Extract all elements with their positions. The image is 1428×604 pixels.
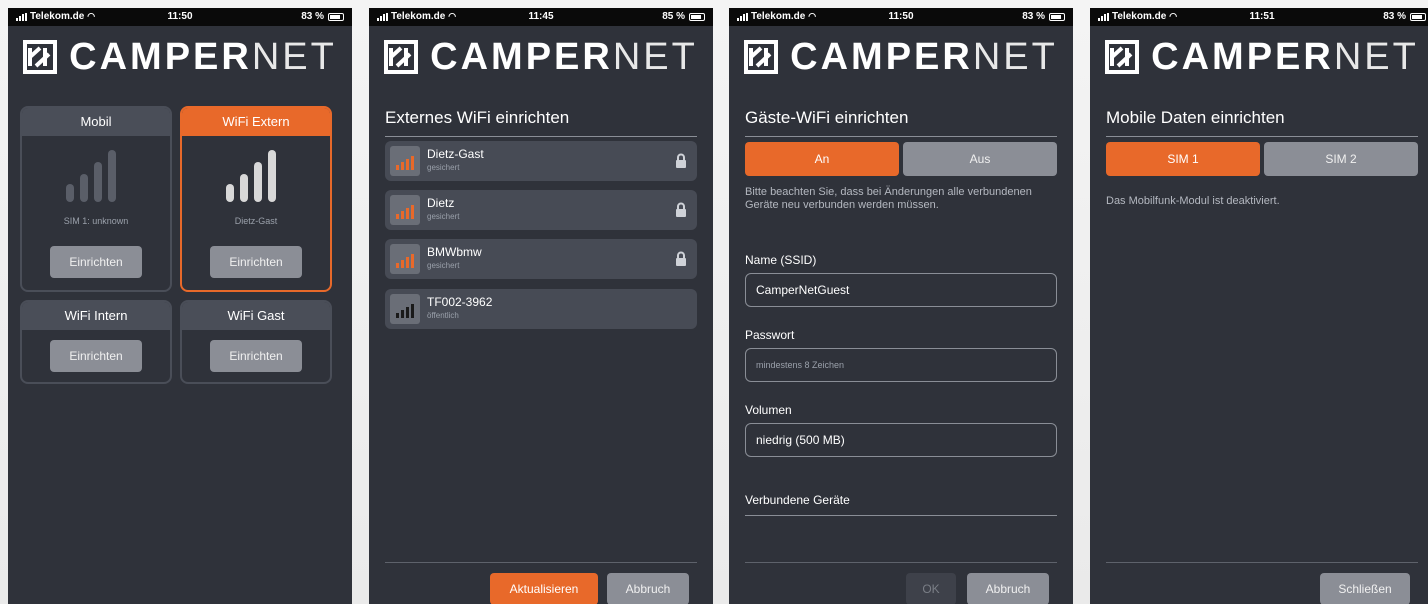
module-status-note: Das Mobilfunk-Modul ist deaktiviert. bbox=[1106, 195, 1280, 207]
password-label: Passwort bbox=[745, 328, 795, 342]
divider bbox=[1106, 562, 1418, 563]
on-off-toggle: An Aus bbox=[745, 142, 1057, 176]
network-name: Dietz bbox=[427, 196, 455, 210]
tile-title: Mobil bbox=[22, 108, 170, 136]
page-title: Mobile Daten einrichten bbox=[1106, 108, 1418, 137]
divider bbox=[385, 562, 697, 563]
signal-bars-icon bbox=[226, 150, 276, 202]
logo-text-thin: NET bbox=[612, 35, 698, 78]
status-bar: Telekom.de ◠ 11:50 83 % bbox=[729, 8, 1073, 26]
clock: 11:51 bbox=[1249, 11, 1275, 22]
setup-button[interactable]: Einrichten bbox=[50, 246, 142, 278]
signal-bars-icon bbox=[66, 150, 116, 202]
volume-label: Volumen bbox=[745, 403, 792, 417]
campernet-logo-icon bbox=[23, 40, 58, 74]
page-title: Externes WiFi einrichten bbox=[385, 108, 697, 137]
logo-text-thin: NET bbox=[251, 35, 337, 78]
battery-icon bbox=[328, 12, 344, 21]
battery-icon bbox=[1410, 12, 1426, 21]
setup-button[interactable]: Einrichten bbox=[210, 340, 302, 372]
campernet-logo: CAMPER NET bbox=[369, 26, 713, 88]
sim2-tab[interactable]: SIM 2 bbox=[1264, 142, 1418, 176]
ssid-field[interactable]: CamperNetGuest bbox=[745, 273, 1057, 307]
logo-text-thin: NET bbox=[972, 35, 1058, 78]
info-note: Bitte beachten Sie, dass bei Änderungen … bbox=[745, 186, 1032, 211]
campernet-logo: CAMPER NET bbox=[729, 26, 1073, 88]
network-name: TF002-3962 bbox=[427, 295, 493, 309]
phone-screen-external-wifi: Telekom.de ◠ 11:45 85 % CAMPER NET Extern… bbox=[369, 8, 713, 604]
setup-button[interactable]: Einrichten bbox=[210, 246, 302, 278]
tile-status: Dietz-Gast bbox=[234, 216, 278, 226]
lock-icon bbox=[676, 202, 686, 217]
network-status: gesichert bbox=[427, 261, 460, 270]
tile-wifi-intern[interactable]: WiFi Intern Einrichten bbox=[20, 300, 172, 384]
wifi-signal-icon bbox=[390, 244, 420, 274]
page-title: Gäste-WiFi einrichten bbox=[745, 108, 1057, 137]
ssid-label: Name (SSID) bbox=[745, 253, 817, 267]
tile-title: WiFi Gast bbox=[182, 302, 330, 330]
logo-text-thin: NET bbox=[1333, 35, 1419, 78]
battery-percent: 83 % bbox=[301, 11, 324, 22]
logo-text-bold: CAMPER bbox=[69, 35, 252, 78]
battery-icon bbox=[689, 12, 705, 21]
divider bbox=[745, 562, 1057, 563]
tile-wifi-gast[interactable]: WiFi Gast Einrichten bbox=[180, 300, 332, 384]
cancel-button[interactable]: Abbruch bbox=[607, 573, 689, 604]
campernet-logo-icon bbox=[1105, 40, 1140, 74]
logo-text-bold: CAMPER bbox=[1151, 35, 1334, 78]
battery-percent: 85 % bbox=[662, 11, 685, 22]
network-item[interactable]: Dietz-Gast gesichert bbox=[385, 141, 697, 181]
tile-wifi-extern[interactable]: WiFi Extern Dietz-Gast Einrichten bbox=[180, 106, 332, 292]
campernet-logo: CAMPER NET bbox=[8, 26, 352, 88]
wifi-signal-icon bbox=[390, 146, 420, 176]
lock-icon bbox=[676, 153, 686, 168]
tile-title: WiFi Intern bbox=[22, 302, 170, 330]
battery-icon bbox=[1049, 12, 1065, 21]
lock-icon bbox=[676, 251, 686, 266]
logo-text-bold: CAMPER bbox=[430, 35, 613, 78]
campernet-logo: CAMPER NET bbox=[1090, 26, 1428, 88]
status-bar: Telekom.de ◠ 11:50 83 % bbox=[8, 8, 352, 26]
status-bar: Telekom.de ◠ 11:45 85 % bbox=[369, 8, 713, 26]
refresh-button[interactable]: Aktualisieren bbox=[490, 573, 598, 604]
off-button[interactable]: Aus bbox=[903, 142, 1057, 176]
phone-screen-mobile-data: Telekom.de ◠ 11:51 83 % CAMPER NET Mobile… bbox=[1090, 8, 1428, 604]
setup-button[interactable]: Einrichten bbox=[50, 340, 142, 372]
wifi-signal-icon bbox=[390, 195, 420, 225]
tile-mobil[interactable]: Mobil SIM 1: unknown Einrichten bbox=[20, 106, 172, 292]
network-item[interactable]: Dietz gesichert bbox=[385, 190, 697, 230]
close-button[interactable]: Schließen bbox=[1320, 573, 1410, 604]
network-status: öffentlich bbox=[427, 311, 459, 320]
phone-screen-overview: Telekom.de ◠ 11:50 83 % CAMPER NET Mobil … bbox=[8, 8, 352, 604]
status-bar: Telekom.de ◠ 11:51 83 % bbox=[1090, 8, 1428, 26]
connected-devices-heading: Verbundene Geräte bbox=[745, 493, 1057, 516]
password-field[interactable]: mindestens 8 Zeichen bbox=[745, 348, 1057, 382]
network-item[interactable]: TF002-3962 öffentlich bbox=[385, 289, 697, 329]
volume-select[interactable]: niedrig (500 MB) bbox=[745, 423, 1057, 457]
on-button[interactable]: An bbox=[745, 142, 899, 176]
cancel-button[interactable]: Abbruch bbox=[967, 573, 1049, 604]
network-status: gesichert bbox=[427, 212, 460, 221]
logo-text-bold: CAMPER bbox=[790, 35, 973, 78]
network-status: gesichert bbox=[427, 163, 460, 172]
network-item[interactable]: BMWbmw gesichert bbox=[385, 239, 697, 279]
campernet-logo-icon bbox=[744, 40, 779, 74]
sim1-tab[interactable]: SIM 1 bbox=[1106, 142, 1260, 176]
phone-screen-guest-wifi: Telekom.de ◠ 11:50 83 % CAMPER NET Gäste-… bbox=[729, 8, 1073, 604]
battery-percent: 83 % bbox=[1383, 11, 1406, 22]
network-name: Dietz-Gast bbox=[427, 147, 484, 161]
campernet-logo-icon bbox=[384, 40, 419, 74]
battery-percent: 83 % bbox=[1022, 11, 1045, 22]
wifi-signal-icon bbox=[390, 294, 420, 324]
sim-selector: SIM 1 SIM 2 bbox=[1106, 142, 1418, 176]
tile-status: SIM 1: unknown bbox=[63, 216, 129, 226]
network-name: BMWbmw bbox=[427, 245, 482, 259]
tile-title: WiFi Extern bbox=[182, 108, 330, 136]
ok-button[interactable]: OK bbox=[906, 573, 956, 604]
